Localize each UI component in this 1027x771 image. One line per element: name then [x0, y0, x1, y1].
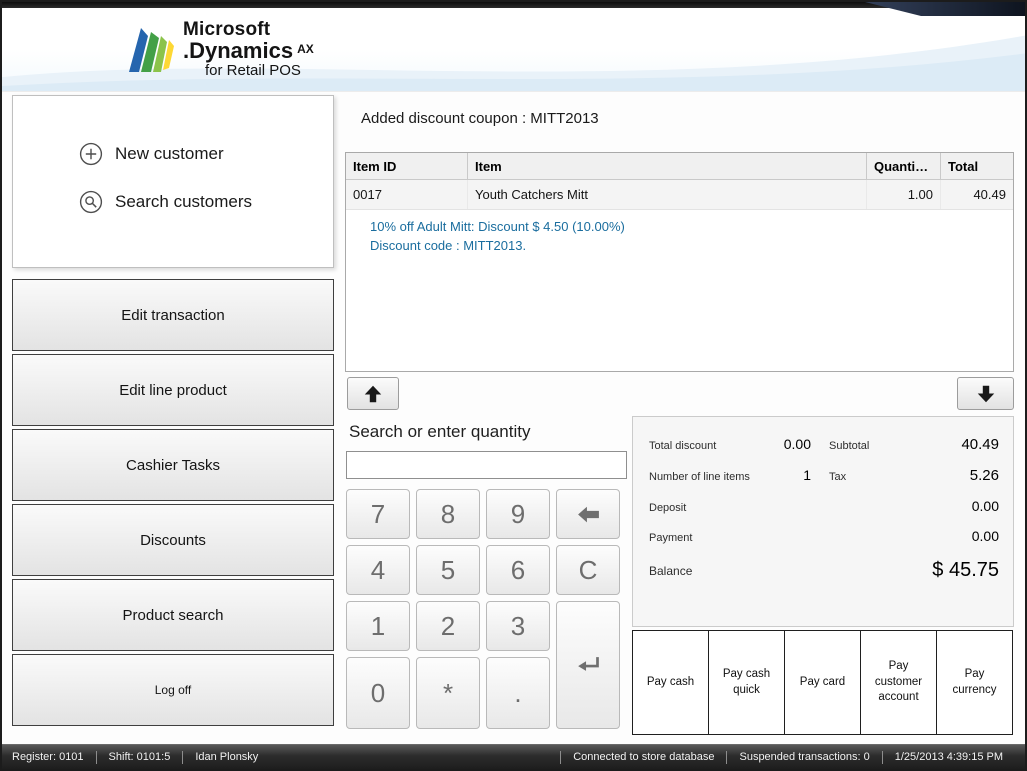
statusbar-suspended: Suspended transactions: 0: [727, 751, 881, 763]
brand-dynamics-word: .Dynamics: [183, 38, 293, 63]
search-icon: [79, 190, 103, 214]
enter-key[interactable]: [556, 601, 620, 729]
app-logo: Microsoft .DynamicsAX for Retail POS: [128, 20, 314, 78]
discount-line: 10% off Adult Mitt: Discount $ 4.50 (10.…: [370, 217, 1013, 236]
arrow-up-icon: [362, 383, 384, 405]
statusbar-right: Connected to store database Suspended tr…: [560, 745, 1015, 769]
plus-circle-icon: [79, 142, 103, 166]
brand-dynamics: .Dynamics AX: [183, 40, 314, 63]
column-header-total[interactable]: Total: [941, 153, 1013, 179]
key-6[interactable]: 6: [486, 545, 550, 595]
brand-ax: AX: [297, 42, 314, 56]
scroll-up-button[interactable]: [347, 377, 399, 410]
key-8[interactable]: 8: [416, 489, 480, 539]
statusbar: Register: 0101 Shift: 0101:5 Idan Plonsk…: [2, 744, 1025, 769]
status-message: Added discount coupon : MITT2013: [361, 110, 599, 127]
key-5[interactable]: 5: [416, 545, 480, 595]
line-items-label: Number of line items: [649, 471, 751, 483]
pay-card-button[interactable]: Pay card: [784, 630, 861, 735]
enter-icon: [575, 652, 602, 679]
new-customer-button[interactable]: New customer: [13, 130, 333, 178]
pay-cash-quick-button[interactable]: Pay cash quick: [708, 630, 785, 735]
payment-buttons: Pay cash Pay cash quick Pay card Pay cus…: [632, 630, 1013, 735]
totals-panel: Total discount 0.00 Subtotal 40.49 Numbe…: [632, 416, 1014, 627]
line-items-value: 1: [751, 467, 811, 483]
sidebar-nav: Edit transaction Edit line product Cashi…: [12, 279, 334, 729]
key-asterisk[interactable]: *: [416, 657, 480, 729]
cell-quantity: 1.00: [867, 180, 941, 209]
subtotal-value: 40.49: [899, 436, 999, 453]
statusbar-datetime: 1/25/2013 4:39:15 PM: [883, 751, 1015, 763]
log-off-button[interactable]: Log off: [12, 654, 334, 726]
edit-line-product-button[interactable]: Edit line product: [12, 354, 334, 426]
deposit-value: 0.00: [972, 498, 999, 514]
balance-label: Balance: [649, 564, 692, 578]
payment-label: Payment: [649, 532, 972, 544]
backspace-icon: [576, 502, 601, 527]
key-4[interactable]: 4: [346, 545, 410, 595]
key-decimal[interactable]: .: [486, 657, 550, 729]
key-0[interactable]: 0: [346, 657, 410, 729]
pay-customer-account-button[interactable]: Pay customer account: [860, 630, 937, 735]
payment-value: 0.00: [972, 528, 999, 544]
brand-text: Microsoft .DynamicsAX for Retail POS: [183, 20, 314, 78]
discounts-button[interactable]: Discounts: [12, 504, 334, 576]
statusbar-shift: Shift: 0101:5: [97, 751, 183, 763]
column-header-quantity[interactable]: Quanti…: [867, 153, 941, 179]
statusbar-left: Register: 0101 Shift: 0101:5 Idan Plonsk…: [12, 745, 270, 769]
balance-value: $ 45.75: [692, 559, 999, 582]
cell-total: 40.49: [941, 180, 1013, 209]
brand-tagline: for Retail POS: [205, 63, 314, 79]
cashier-tasks-button[interactable]: Cashier Tasks: [12, 429, 334, 501]
product-search-button[interactable]: Product search: [12, 579, 334, 651]
backspace-key[interactable]: [556, 489, 620, 539]
totals-row-lines-tax: Number of line items 1 Tax 5.26: [649, 467, 999, 484]
customer-panel: New customer Search customers: [12, 95, 334, 268]
tax-label: Tax: [829, 471, 899, 483]
totals-row-balance: Balance $ 45.75: [649, 559, 999, 582]
cell-item: Youth Catchers Mitt: [468, 180, 867, 209]
quantity-input[interactable]: [346, 451, 627, 479]
key-9[interactable]: 9: [486, 489, 550, 539]
totals-row-deposit: Deposit 0.00: [649, 498, 999, 514]
app-header: Microsoft .DynamicsAX for Retail POS: [2, 8, 1025, 92]
edit-transaction-button[interactable]: Edit transaction: [12, 279, 334, 351]
totals-row-payment: Payment 0.00: [649, 528, 999, 544]
statusbar-register: Register: 0101: [12, 751, 96, 763]
pos-window: Microsoft .DynamicsAX for Retail POS New…: [0, 0, 1027, 771]
numeric-keypad: 7 8 9 4 5 6 C 1 2 3 0 * .: [346, 489, 620, 729]
tax-value: 5.26: [899, 467, 999, 484]
column-header-item-id[interactable]: Item ID: [346, 153, 468, 179]
discount-info: 10% off Adult Mitt: Discount $ 4.50 (10.…: [346, 210, 1013, 255]
cell-item-id: 0017: [346, 180, 468, 209]
total-discount-label: Total discount: [649, 440, 751, 452]
pay-cash-button[interactable]: Pay cash: [632, 630, 709, 735]
key-2[interactable]: 2: [416, 601, 480, 651]
table-row[interactable]: 0017 Youth Catchers Mitt 1.00 40.49: [346, 180, 1013, 210]
discount-code-line: Discount code : MITT2013.: [370, 236, 1013, 255]
dynamics-logo-icon: [128, 24, 174, 74]
clear-key[interactable]: C: [556, 545, 620, 595]
pay-currency-button[interactable]: Pay currency: [936, 630, 1013, 735]
transaction-grid: Item ID Item Quanti… Total 0017 Youth Ca…: [345, 152, 1014, 372]
quantity-label: Search or enter quantity: [349, 422, 530, 442]
key-1[interactable]: 1: [346, 601, 410, 651]
total-discount-value: 0.00: [751, 436, 811, 452]
statusbar-user: Idan Plonsky: [183, 751, 270, 763]
subtotal-label: Subtotal: [829, 440, 899, 452]
grid-header: Item ID Item Quanti… Total: [346, 153, 1013, 180]
search-customers-button[interactable]: Search customers: [13, 178, 333, 226]
scroll-down-button[interactable]: [957, 377, 1014, 410]
statusbar-connection: Connected to store database: [561, 751, 726, 763]
arrow-down-icon: [975, 383, 997, 405]
key-3[interactable]: 3: [486, 601, 550, 651]
deposit-label: Deposit: [649, 502, 972, 514]
column-header-item[interactable]: Item: [468, 153, 867, 179]
new-customer-label: New customer: [115, 144, 224, 164]
search-customers-label: Search customers: [115, 192, 252, 212]
totals-row-discount-subtotal: Total discount 0.00 Subtotal 40.49: [649, 436, 999, 453]
key-7[interactable]: 7: [346, 489, 410, 539]
